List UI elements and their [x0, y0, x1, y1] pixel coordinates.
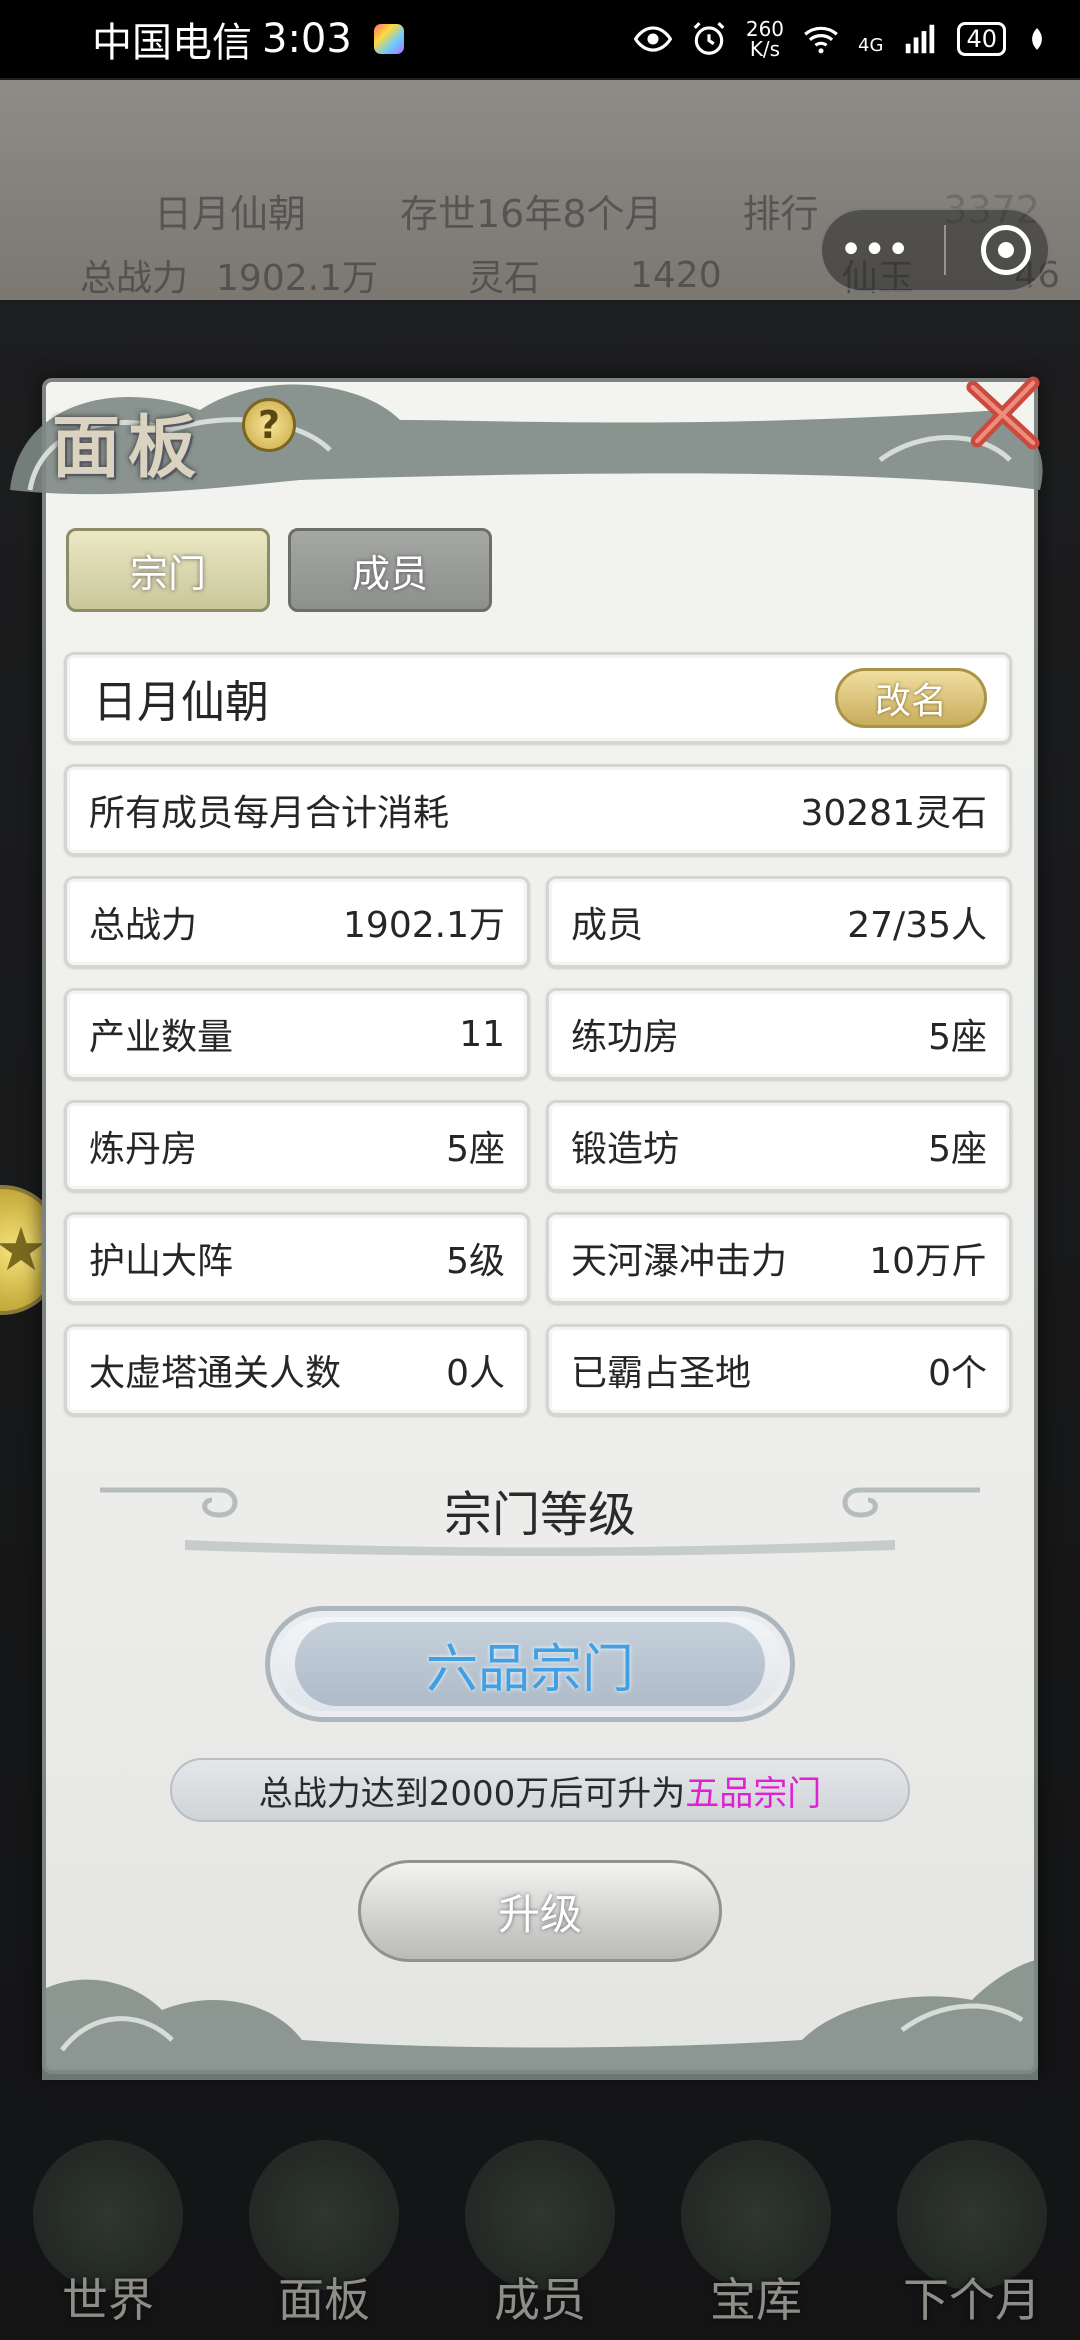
stat-mountain-array: 护山大阵 5级 — [64, 1212, 530, 1304]
nav-members-label: 成员 — [494, 2273, 586, 2327]
nav-next-month-label: 下个月 — [903, 2273, 1041, 2327]
background-power-label: 总战力 — [80, 258, 189, 299]
net-speed-unit: K/s — [749, 37, 781, 61]
stat-tower-clears: 太虚塔通关人数 0人 — [64, 1324, 530, 1416]
stat-label: 总战力 — [89, 905, 198, 946]
cloud-decoration-bottom — [42, 1960, 1038, 2080]
consumption-value: 30281灵石 — [800, 793, 987, 834]
stat-label: 已霸占圣地 — [571, 1353, 752, 1394]
app-notification-icon — [373, 24, 404, 54]
eye-icon — [633, 26, 672, 52]
stat-value: 5座 — [446, 1129, 505, 1170]
nav-treasury-label: 宝库 — [710, 2273, 802, 2327]
nav-next-month[interactable]: 下个月 — [877, 2140, 1067, 2330]
alarm-icon — [693, 22, 725, 55]
help-icon[interactable]: ? — [242, 398, 296, 452]
sect-name: 日月仙朝 — [93, 677, 269, 728]
net-speed: 260 K/s — [746, 19, 784, 59]
miniprogram-capsule: ••• — [820, 208, 1050, 292]
stat-value: 27/35人 — [847, 905, 987, 946]
signal-icon — [906, 24, 935, 54]
background-stone-label: 灵石 — [467, 258, 540, 299]
sect-level-badge: 六品宗门 — [265, 1606, 795, 1722]
stat-label: 练功房 — [571, 1017, 680, 1058]
tab-members[interactable]: 成员 — [288, 528, 492, 612]
sect-level-title: 宗门等级 — [443, 1487, 636, 1543]
stat-alchemy-room: 炼丹房 5座 — [64, 1100, 530, 1192]
background-sect-age: 存世16年8个月 — [400, 191, 663, 236]
wifi-icon — [804, 26, 838, 54]
stat-label: 天河瀑冲击力 — [571, 1241, 788, 1282]
bottom-navigation: 世界 面板 成员 宝库 下个月 — [0, 2130, 1080, 2340]
close-icon[interactable] — [960, 370, 1046, 456]
stat-value: 11 — [459, 1013, 505, 1055]
close-miniprogram-icon[interactable] — [980, 225, 1031, 275]
stat-value: 1902.1万 — [343, 905, 505, 946]
more-icon[interactable]: ••• — [839, 227, 910, 273]
rename-button[interactable]: 改名 — [835, 668, 987, 728]
stat-label: 成员 — [571, 905, 644, 946]
sect-level-value: 六品宗门 — [295, 1622, 765, 1706]
stat-label: 护山大阵 — [89, 1241, 234, 1282]
background-stone-value: 1420 — [630, 254, 722, 296]
net-speed-value: 260 — [745, 17, 785, 41]
background-power-value: 1902.1万 — [216, 258, 378, 299]
stat-forge: 锻造坊 5座 — [546, 1100, 1012, 1192]
tab-sect[interactable]: 宗门 — [66, 528, 270, 612]
upgrade-hint: 总战力达到2000万后可升为 五品宗门 — [170, 1758, 910, 1822]
background-rank-label[interactable]: 排行 — [743, 183, 819, 238]
stat-value: 5座 — [928, 1129, 987, 1170]
panel-title: 面板 — [52, 408, 205, 488]
stat-label: 锻造坊 — [571, 1129, 680, 1170]
stat-value: 0个 — [928, 1353, 987, 1394]
carrier-info: 中国电信 3:03 — [92, 10, 404, 68]
monthly-consumption-card: 所有成员每月合计消耗 30281灵石 — [64, 764, 1012, 856]
stat-total-power: 总战力 1902.1万 — [64, 876, 530, 968]
status-icons: 260 K/s 4G 40 — [633, 19, 1050, 59]
stat-industry-count: 产业数量 11 — [64, 988, 530, 1080]
sect-name-card: 日月仙朝 改名 — [64, 652, 1012, 744]
leaf-icon — [1032, 28, 1042, 50]
stat-value: 5座 — [928, 1017, 987, 1058]
stat-label: 太虚塔通关人数 — [89, 1353, 342, 1394]
next-level-highlight: 五品宗门 — [685, 1773, 822, 1814]
stat-value: 0人 — [446, 1353, 505, 1394]
stat-training-room: 练功房 5座 — [546, 988, 1012, 1080]
stat-members: 成员 27/35人 — [546, 876, 1012, 968]
stat-label: 产业数量 — [89, 1017, 234, 1058]
stat-waterfall-force: 天河瀑冲击力 10万斤 — [546, 1212, 1012, 1304]
capsule-divider — [944, 225, 947, 275]
nav-treasury[interactable]: 宝库 — [661, 2140, 851, 2330]
nav-members[interactable]: 成员 — [445, 2140, 635, 2330]
network-type: 4G — [858, 35, 884, 56]
nav-world[interactable]: 世界 — [13, 2140, 203, 2330]
nav-panel-label: 面板 — [278, 2273, 370, 2327]
stat-value: 10万斤 — [869, 1241, 987, 1282]
upgrade-hint-text: 总战力达到2000万后可升为 — [258, 1773, 686, 1814]
background-sect-name: 日月仙朝 — [153, 191, 306, 236]
status-bar: 中国电信 3:03 260 K/s 4G 40 — [0, 0, 1080, 78]
stat-value: 5级 — [446, 1241, 505, 1282]
clock: 3:03 — [262, 16, 352, 62]
consumption-label: 所有成员每月合计消耗 — [89, 793, 450, 834]
stat-label: 炼丹房 — [89, 1129, 198, 1170]
battery-icon: 40 — [957, 22, 1006, 56]
stat-holy-land: 已霸占圣地 0个 — [546, 1324, 1012, 1416]
nav-panel[interactable]: 面板 — [229, 2140, 419, 2330]
nav-world-label: 世界 — [62, 2273, 154, 2327]
carrier-name: 中国电信 — [92, 20, 252, 66]
